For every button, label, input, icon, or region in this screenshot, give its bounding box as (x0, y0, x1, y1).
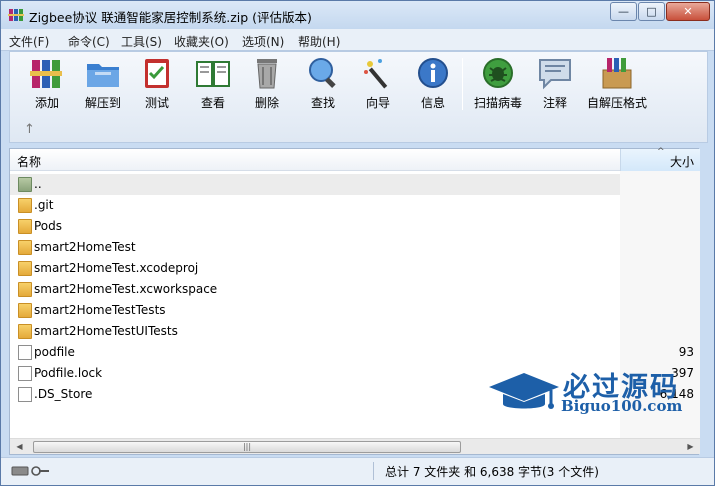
list-item[interactable]: smart2HomeTestTests (10, 300, 700, 321)
file-name: smart2HomeTest.xcodeproj (34, 261, 199, 275)
toolbar-separator (462, 58, 463, 110)
delete-button[interactable]: 删除 (244, 54, 290, 112)
up-arrow-icon[interactable]: ↑ (24, 122, 35, 137)
add-label: 添加 (34, 96, 59, 110)
extract-folder-icon (87, 64, 119, 87)
trash-icon (257, 59, 277, 89)
file-name: .. (34, 177, 42, 191)
column-size-header[interactable]: ^ 大小 (620, 147, 700, 171)
view-book-icon (196, 61, 230, 87)
menu-command[interactable]: 命令(C) (68, 33, 110, 50)
column-size-label: 大小 (669, 155, 694, 169)
test-clipboard-icon (145, 59, 169, 88)
list-item[interactable]: smart2HomeTest.xcworkspace (10, 279, 700, 300)
list-item[interactable]: smart2HomeTest (10, 237, 700, 258)
comment-icon (539, 59, 571, 90)
file-name: smart2HomeTestTests (34, 303, 166, 317)
list-item[interactable]: smart2HomeTest.xcodeproj (10, 258, 700, 279)
file-icon (18, 345, 32, 360)
info-button[interactable]: 信息 (410, 54, 456, 112)
list-item[interactable]: podfile 93 (10, 342, 700, 363)
scroll-left-icon[interactable]: ◀ (12, 440, 27, 454)
folder-icon (18, 261, 32, 276)
graduation-cap-logo-icon (489, 373, 559, 409)
file-name: Podfile.lock (34, 366, 103, 380)
extract-button[interactable]: 解压到 (78, 54, 128, 112)
sfx-label: 自解压格式 (586, 96, 647, 110)
watermark: 必过源码 Biguo100.com (487, 365, 697, 421)
folder-icon (18, 282, 32, 297)
list-item[interactable]: .git (10, 195, 700, 216)
file-name: Pods (34, 219, 63, 233)
test-label: 测试 (144, 96, 169, 110)
title-bar: Zigbee协议 联通智能家居控制系统.zip (评估版本) — □ ✕ (1, 1, 714, 29)
menu-file[interactable]: 文件(F) (9, 33, 49, 50)
folder-icon (18, 219, 32, 234)
minimize-button[interactable]: — (610, 2, 637, 21)
test-button[interactable]: 测试 (134, 54, 180, 112)
scrollbar-thumb[interactable]: ||| (33, 441, 461, 453)
list-item[interactable]: Pods (10, 216, 700, 237)
sfx-button[interactable]: 自解压格式 (584, 54, 650, 112)
window-title: Zigbee协议 联通智能家居控制系统.zip (评估版本) (29, 10, 312, 25)
menu-options[interactable]: 选项(N) (242, 33, 284, 50)
comment-label: 注释 (542, 96, 567, 110)
file-icon (18, 387, 32, 402)
status-bar: 总计 7 文件夹 和 6,638 字节(3 个文件) (1, 457, 714, 485)
menu-favorites[interactable]: 收藏夹(O) (174, 33, 229, 50)
wizard-label: 向导 (365, 96, 390, 110)
find-button[interactable]: 查找 (300, 54, 346, 112)
info-label: 信息 (420, 96, 445, 110)
maximize-button[interactable]: □ (638, 2, 665, 21)
find-label: 查找 (310, 96, 335, 110)
view-button[interactable]: 查看 (190, 54, 236, 112)
delete-label: 删除 (254, 96, 279, 110)
add-button[interactable]: 添加 (24, 54, 70, 112)
file-name: smart2HomeTestUITests (34, 324, 178, 338)
drive-key-icon (11, 466, 49, 476)
comment-button[interactable]: 注释 (532, 54, 578, 112)
list-header: 名称 ^ 大小 (10, 147, 700, 171)
folder-icon (18, 240, 32, 255)
parent-folder-icon (18, 177, 32, 192)
menu-help[interactable]: 帮助(H) (298, 33, 340, 50)
column-name-header[interactable]: 名称 (17, 153, 41, 170)
folder-icon (18, 324, 32, 339)
magnifier-icon (309, 58, 336, 88)
file-icon (18, 366, 32, 381)
file-name: .DS_Store (34, 387, 93, 401)
archive-window: Zigbee协议 联通智能家居控制系统.zip (评估版本) — □ ✕ 文件(… (0, 0, 715, 486)
sort-ascending-icon: ^ (657, 147, 665, 157)
file-name: .git (34, 198, 54, 212)
horizontal-scrollbar[interactable]: ◀ ||| ▶ (10, 438, 700, 454)
winrar-app-icon (8, 9, 24, 21)
info-icon (418, 58, 448, 88)
menu-bar: 文件(F) 命令(C) 工具(S) 收藏夹(O) 选项(N) 帮助(H) (1, 29, 714, 51)
status-separator (373, 462, 374, 480)
close-button[interactable]: ✕ (666, 2, 710, 21)
folder-icon (18, 303, 32, 318)
wizard-wand-icon (364, 59, 388, 89)
wizard-button[interactable]: 向导 (355, 54, 401, 112)
view-label: 查看 (200, 96, 225, 110)
sfx-box-icon (602, 58, 632, 89)
status-summary: 总计 7 文件夹 和 6,638 字节(3 个文件) (385, 465, 599, 479)
virus-scan-icon (483, 58, 513, 88)
file-name: smart2HomeTest.xcworkspace (34, 282, 218, 296)
extract-label: 解压到 (84, 96, 121, 110)
file-name: smart2HomeTest (34, 240, 136, 254)
file-size: 93 (678, 345, 694, 359)
scroll-right-icon[interactable]: ▶ (683, 440, 698, 454)
watermark-url: Biguo100.com (561, 397, 683, 415)
menu-tools[interactable]: 工具(S) (121, 33, 162, 50)
virus-scan-button[interactable]: 扫描病毒 (468, 54, 528, 112)
file-name: podfile (34, 345, 75, 359)
folder-icon (18, 198, 32, 213)
add-books-icon (30, 60, 62, 88)
virus-scan-label: 扫描病毒 (473, 96, 522, 110)
list-item[interactable]: smart2HomeTestUITests (10, 321, 700, 342)
toolbar: 添加 解压到 测试 查看 删除 查找 向导 信息 扫描病毒 注释 自解压格式 ↑ (9, 51, 708, 143)
list-item-parent[interactable]: .. (10, 174, 620, 195)
